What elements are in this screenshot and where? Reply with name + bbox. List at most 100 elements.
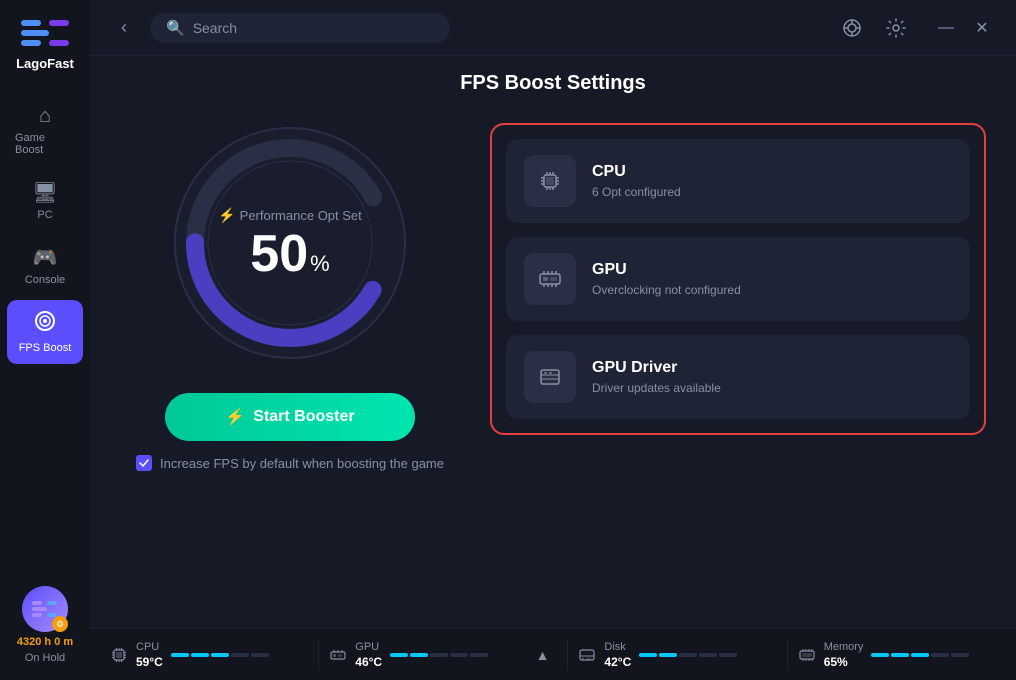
bottom-cpu-icon — [110, 646, 128, 664]
console-icon: 🎮 — [33, 245, 58, 270]
pc-icon: 🖥 — [32, 180, 57, 205]
main-content: ‹ 🔍 Search — [90, 0, 1016, 680]
sidebar-label-console: Console — [25, 274, 65, 286]
gpu-chip-icon — [536, 265, 564, 293]
user-status: On Hold — [25, 652, 65, 664]
bottom-bar: CPU 59°C GPU — [90, 628, 1016, 680]
avatar[interactable]: ⚙ — [22, 586, 68, 632]
logo-area: LagoFast — [16, 16, 74, 71]
cpu-card-title: CPU — [592, 163, 681, 181]
bar-seg — [659, 653, 677, 657]
gpu-stat-label: GPU — [355, 641, 382, 653]
bar-seg — [231, 653, 249, 657]
bar-seg — [430, 653, 448, 657]
close-button[interactable]: ✕ — [968, 14, 996, 42]
gpu-card-icon-wrap — [524, 253, 576, 305]
percent-number: 50 — [250, 228, 308, 280]
bottom-stat-gpu: GPU 46°C — [329, 641, 527, 669]
gpu-driver-icon-wrap — [524, 351, 576, 403]
gpu-stat-info: GPU 46°C — [355, 641, 382, 669]
bar-seg — [211, 653, 229, 657]
bar-seg — [251, 653, 269, 657]
cpu-chip-icon — [536, 167, 564, 195]
bar-seg — [871, 653, 889, 657]
cards-section: CPU 6 Opt configured — [490, 123, 986, 435]
minimize-button[interactable]: — — [932, 14, 960, 42]
gpu-driver-subtitle: Driver updates available — [592, 381, 721, 395]
gpu-driver-card[interactable]: GPU Driver Driver updates available — [506, 335, 970, 419]
percent-display: 50 % — [250, 228, 329, 280]
gpu-driver-icon — [536, 363, 564, 391]
bottom-stat-cpu: CPU 59°C — [110, 641, 308, 669]
nav-items: ⌂ Game Boost 🖥 PC 🎮 Console FPS Boost — [0, 95, 90, 364]
gpu-card-info: GPU Overclocking not configured — [592, 261, 741, 297]
gpu-stat-bar — [390, 653, 488, 657]
bottom-stat-memory: Memory 65% — [798, 641, 996, 669]
gpu-card-subtitle: Overclocking not configured — [592, 283, 741, 297]
bar-seg — [450, 653, 468, 657]
start-booster-button[interactable]: ⚡ Start Booster — [165, 393, 414, 441]
bar-seg — [951, 653, 969, 657]
page-title-area: FPS Boost Settings — [90, 56, 1016, 103]
bolt-icon: ⚡ — [218, 207, 235, 224]
search-icon: 🔍 — [166, 19, 185, 37]
body-area: ⚡ Performance Opt Set 50 % ⚡ Start Boost… — [90, 103, 1016, 628]
settings-button[interactable] — [880, 12, 912, 44]
bar-seg — [719, 653, 737, 657]
gauge-center: ⚡ Performance Opt Set 50 % — [218, 207, 362, 280]
sidebar-item-pc[interactable]: 🖥 PC — [7, 170, 83, 231]
bar-seg — [679, 653, 697, 657]
cpu-stat-info: CPU 59°C — [136, 641, 163, 669]
disk-stat-info: Disk 42°C — [604, 641, 631, 669]
bar-seg — [191, 653, 209, 657]
performance-label: ⚡ Performance Opt Set — [218, 207, 362, 224]
bar-seg — [639, 653, 657, 657]
sidebar-item-fps-boost[interactable]: FPS Boost — [7, 300, 83, 364]
divider — [567, 640, 568, 670]
bar-seg — [390, 653, 408, 657]
support-button[interactable] — [836, 12, 868, 44]
window-controls: — ✕ — [932, 14, 996, 42]
cpu-card[interactable]: CPU 6 Opt configured — [506, 139, 970, 223]
bar-seg — [931, 653, 949, 657]
bar-seg — [171, 653, 189, 657]
sidebar-label-fps-boost: FPS Boost — [19, 342, 72, 354]
bar-seg — [699, 653, 717, 657]
memory-stat-label: Memory — [824, 641, 864, 653]
fps-checkbox-label: Increase FPS by default when boosting th… — [160, 456, 444, 471]
bottom-gpu-icon — [329, 646, 347, 664]
fps-checkbox[interactable] — [136, 455, 152, 471]
fps-boost-icon — [34, 310, 56, 338]
bar-seg — [891, 653, 909, 657]
search-placeholder-text: Search — [193, 20, 237, 36]
search-bar[interactable]: 🔍 Search — [150, 13, 450, 43]
start-btn-label: Start Booster — [253, 408, 354, 426]
cpu-card-icon-wrap — [524, 155, 576, 207]
app-name: LagoFast — [16, 56, 74, 71]
cpu-stat-label: CPU — [136, 641, 163, 653]
chevron-up-button[interactable]: ▲ — [528, 647, 558, 663]
sidebar-item-game-boost[interactable]: ⌂ Game Boost — [7, 95, 83, 166]
disk-stat-value: 42°C — [604, 655, 631, 669]
divider — [787, 640, 788, 670]
disk-stat-label: Disk — [604, 641, 631, 653]
gpu-driver-card-info: GPU Driver Driver updates available — [592, 359, 721, 395]
logo-icon — [21, 16, 69, 52]
cpu-stat-value: 59°C — [136, 655, 163, 669]
back-button[interactable]: ‹ — [110, 14, 138, 42]
gauge-container: ⚡ Performance Opt Set 50 % — [160, 113, 420, 373]
gpu-driver-title: GPU Driver — [592, 359, 721, 377]
sidebar-item-console[interactable]: 🎮 Console — [7, 235, 83, 296]
bar-seg — [911, 653, 929, 657]
bottom-disk-icon — [578, 646, 596, 664]
cpu-stat-bar — [171, 653, 269, 657]
sidebar: LagoFast ⌂ Game Boost 🖥 PC 🎮 Console FPS… — [0, 0, 90, 680]
bottom-memory-icon — [798, 646, 816, 664]
divider — [318, 640, 319, 670]
gauge-section: ⚡ Performance Opt Set 50 % ⚡ Start Boost… — [120, 113, 460, 471]
start-bolt-icon: ⚡ — [225, 407, 245, 427]
memory-stat-info: Memory 65% — [824, 641, 864, 669]
gpu-card[interactable]: GPU Overclocking not configured — [506, 237, 970, 321]
sidebar-label-pc: PC — [37, 209, 52, 221]
bar-seg — [410, 653, 428, 657]
